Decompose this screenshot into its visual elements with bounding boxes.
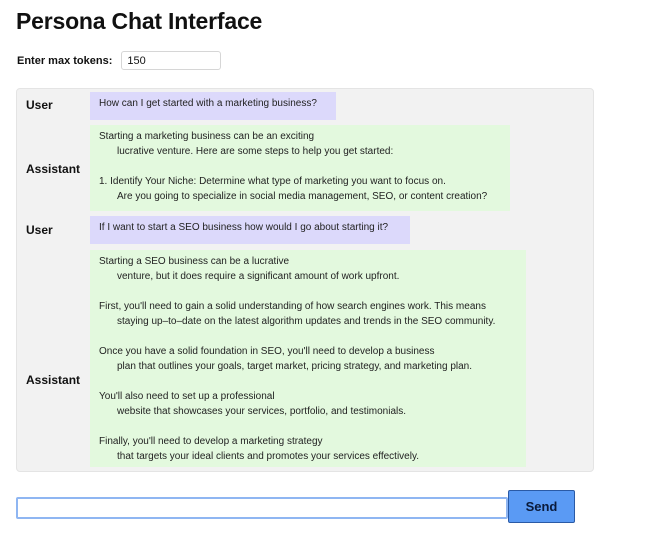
send-button[interactable]: Send xyxy=(508,490,575,523)
role-label-assistant: Assistant xyxy=(26,373,81,387)
user-message: How can I get started with a marketing b… xyxy=(90,92,336,120)
role-label-user: User xyxy=(26,223,53,237)
role-label-assistant: Assistant xyxy=(26,162,81,176)
max-tokens-row: Enter max tokens: xyxy=(17,51,222,70)
max-tokens-input[interactable] xyxy=(121,51,222,70)
max-tokens-label: Enter max tokens: xyxy=(17,54,113,67)
page-title: Persona Chat Interface xyxy=(16,8,263,34)
role-label-user: User xyxy=(26,98,53,112)
user-message: If I want to start a SEO business how wo… xyxy=(90,216,410,244)
message-input[interactable] xyxy=(16,497,508,519)
assistant-message: Starting a SEO business can be a lucrati… xyxy=(90,250,526,467)
assistant-message: Starting a marketing business can be an … xyxy=(90,125,510,211)
chat-history[interactable]: User How can I get started with a market… xyxy=(16,88,594,472)
